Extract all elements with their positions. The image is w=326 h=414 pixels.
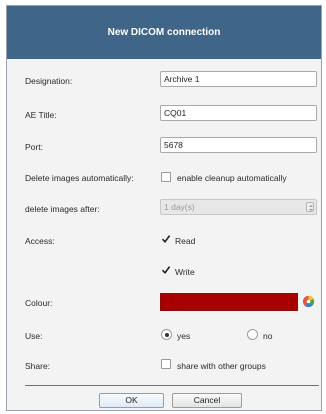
ae-title-label: AE Title: <box>25 110 57 120</box>
share-label: Share: <box>25 361 51 371</box>
checkmark-icon <box>161 235 171 244</box>
designation-label: Designation: <box>25 76 73 86</box>
divider <box>25 385 319 386</box>
share-checkbox-label: share with other groups <box>177 361 266 371</box>
port-input[interactable]: 5678 <box>160 137 317 153</box>
use-yes-radio[interactable] <box>161 329 172 340</box>
read-label: Read <box>175 236 196 246</box>
delete-after-label: delete images after: <box>25 204 100 214</box>
port-label: Port: <box>25 142 43 152</box>
delete-after-spinbox[interactable]: 1 day(s) <box>160 199 317 215</box>
colour-swatch[interactable] <box>160 293 298 311</box>
colour-label: Colour: <box>25 298 53 308</box>
cleanup-checkbox[interactable] <box>161 172 171 182</box>
write-label: Write <box>175 267 195 277</box>
dialog-title: New DICOM connection <box>107 27 221 38</box>
checkmark-icon <box>161 266 171 275</box>
ae-title-input[interactable]: CQ01 <box>160 105 317 121</box>
ok-button[interactable]: OK <box>99 393 164 408</box>
cancel-button[interactable]: Cancel <box>172 393 242 408</box>
delete-after-value: 1 day(s) <box>164 202 195 212</box>
use-no-radio[interactable] <box>247 329 258 340</box>
access-label: Access: <box>25 236 55 246</box>
use-yes-label: yes <box>177 331 191 341</box>
write-checkbox[interactable] <box>161 265 171 275</box>
designation-input[interactable]: Archive 1 <box>160 71 317 87</box>
color-picker-icon[interactable] <box>302 295 315 308</box>
share-checkbox[interactable] <box>161 359 171 369</box>
read-checkbox[interactable] <box>161 234 171 244</box>
use-no-label: no <box>263 331 273 341</box>
dialog-titlebar: New DICOM connection <box>7 6 321 59</box>
delete-auto-label: Delete images automatically: <box>25 173 134 183</box>
spin-arrows-icon[interactable] <box>306 202 314 212</box>
use-label: Use: <box>25 331 43 341</box>
cleanup-checkbox-label: enable cleanup automatically <box>177 173 287 183</box>
dialog-window: New DICOM connection Designation: Archiv… <box>6 5 322 411</box>
